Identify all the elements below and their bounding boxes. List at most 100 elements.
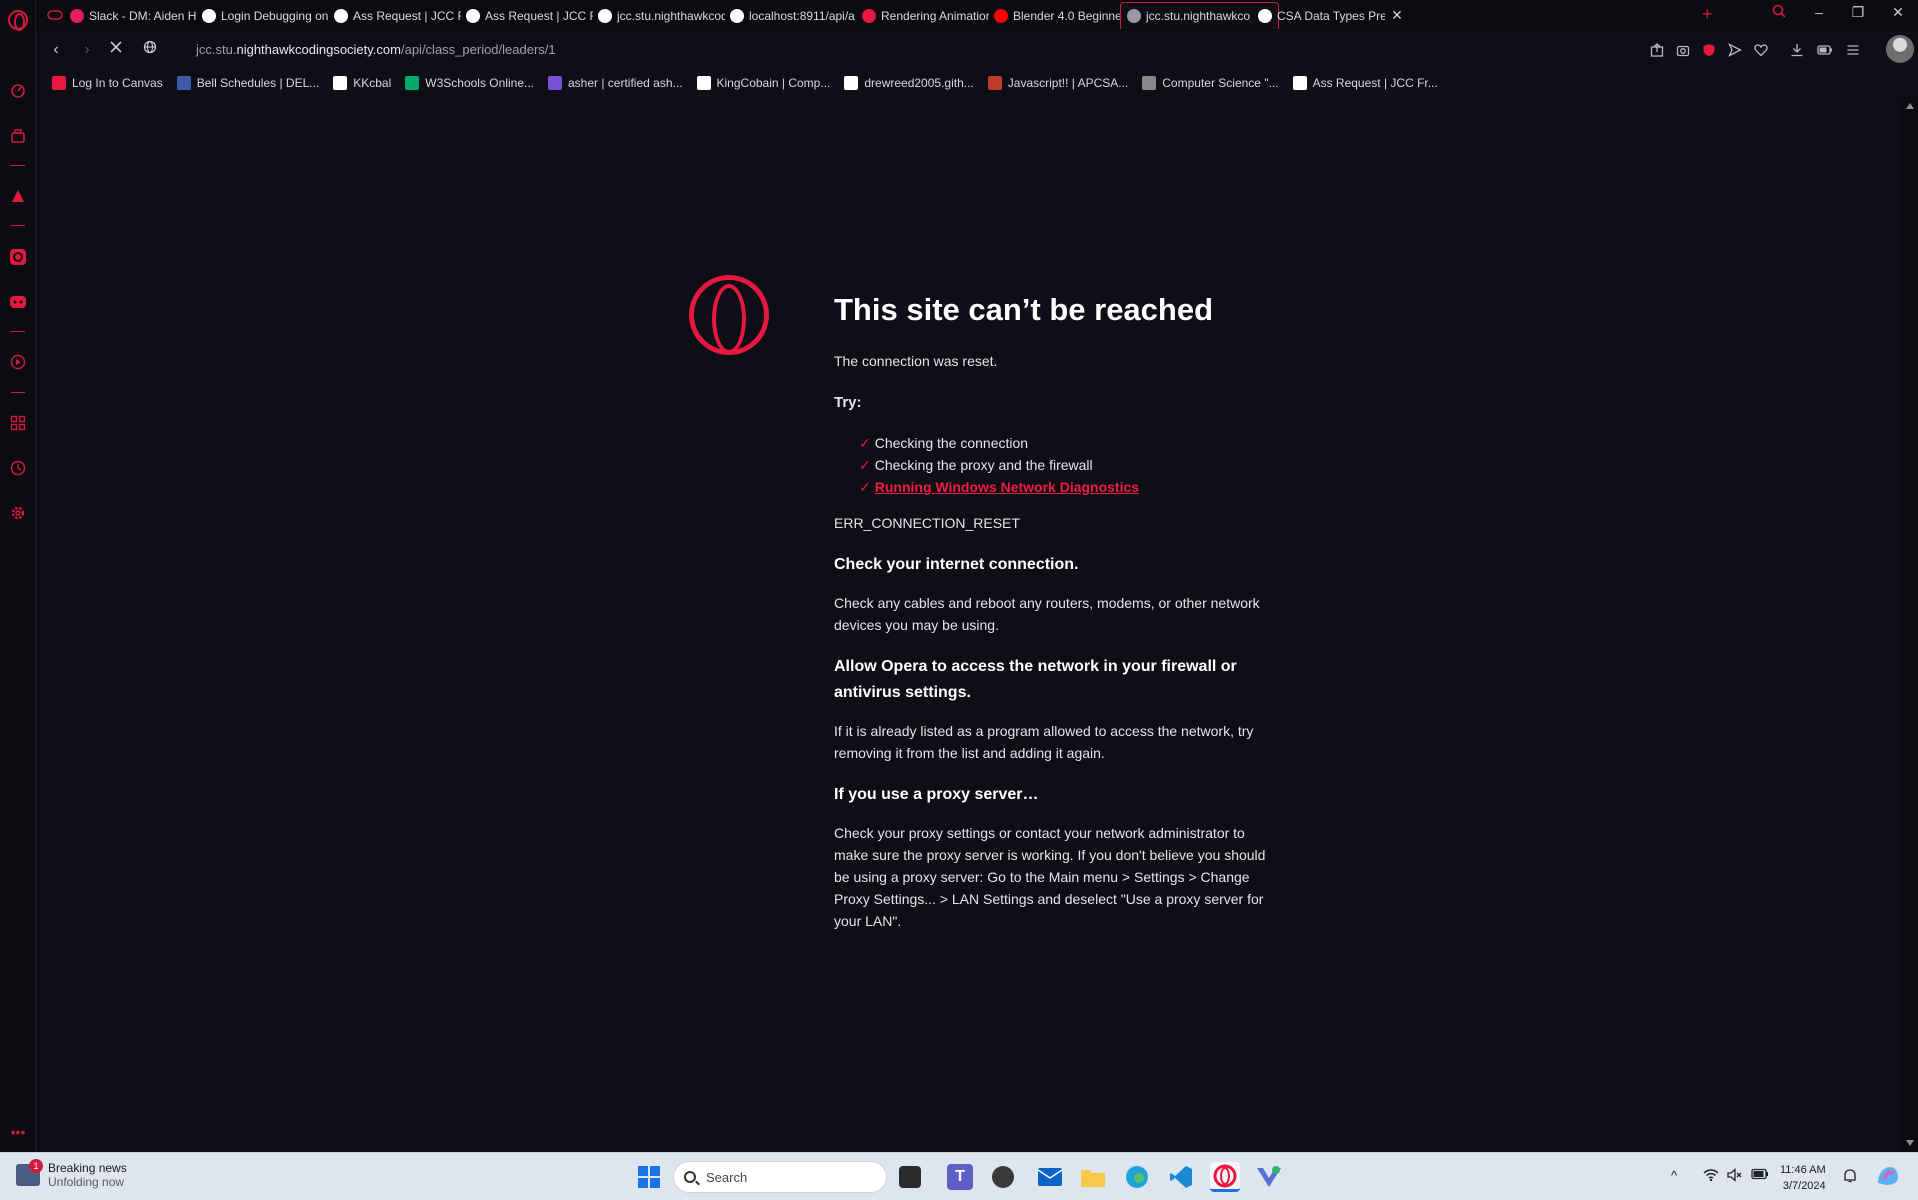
player-icon[interactable] <box>8 352 28 372</box>
workspace-icon[interactable] <box>8 126 28 146</box>
bookmark-favicon-icon <box>1292 76 1307 90</box>
bookmark-item[interactable]: KKcbal <box>333 76 391 90</box>
heart-icon[interactable] <box>1752 41 1770 59</box>
bookmark-item[interactable]: KingCobain | Comp... <box>696 76 831 90</box>
address-bar: ‹ › jcc.stu.nighthawkcodingsociety.com/a… <box>36 31 1918 69</box>
adblock-shield-icon[interactable] <box>1700 41 1718 59</box>
show-hidden-icons-button[interactable]: ^ <box>1671 1168 1677 1183</box>
send-icon[interactable] <box>1726 41 1744 59</box>
instagram-icon[interactable] <box>8 247 28 267</box>
checkmark-icon: ✓ <box>859 479 871 495</box>
error-subtitle: The connection was reset. <box>834 353 998 369</box>
settings-gear-icon[interactable] <box>8 503 28 523</box>
bookmark-label: Log In to Canvas <box>72 76 163 90</box>
bookmark-label: KKcbal <box>353 76 392 90</box>
bookmark-favicon-icon <box>405 76 420 90</box>
scroll-up-arrow-icon[interactable] <box>1906 103 1914 109</box>
history-icon[interactable] <box>8 458 28 478</box>
bookmark-label: W3Schools Online... <box>425 76 534 90</box>
new-tab-button[interactable]: + <box>1702 4 1713 25</box>
news-title: Breaking news <box>48 1161 127 1175</box>
section-body: Check any cables and reboot any routers,… <box>834 595 1260 633</box>
opera-taskbar-icon[interactable] <box>1210 1162 1240 1192</box>
notification-icon[interactable] <box>1842 1168 1858 1187</box>
more-icon[interactable]: ••• <box>8 1122 28 1142</box>
error-panel: This site can’t be reached The connectio… <box>834 292 1274 932</box>
bookmark-item[interactable]: Javascript!! | APCSA... <box>987 76 1128 90</box>
system-clock[interactable]: 11:46 AM 3/7/2024 <box>1780 1162 1826 1194</box>
bookmark-item[interactable]: Computer Science "... <box>1142 76 1279 90</box>
bookmark-favicon-icon <box>176 76 191 90</box>
edge-icon[interactable] <box>1122 1162 1152 1192</box>
bookmark-favicon-icon <box>333 76 348 90</box>
minimize-button[interactable]: – <box>1809 4 1829 20</box>
section-heading: Check your internet connection. <box>834 556 1079 573</box>
vscode-icon[interactable] <box>1166 1162 1196 1192</box>
discord-icon[interactable] <box>8 292 28 312</box>
tab-favicon-icon <box>994 8 1008 23</box>
bookmark-item[interactable]: drewreed2005.gith... <box>844 76 974 90</box>
url-field[interactable]: jcc.stu.nighthawkcodingsociety.com/api/c… <box>196 42 556 57</box>
news-widget[interactable]: 1 Breaking news Unfolding now <box>16 1159 127 1189</box>
close-window-button[interactable]: ✕ <box>1888 4 1908 21</box>
share-icon[interactable] <box>1648 41 1666 59</box>
bookmarks-bar: Log In to Canvas Bell Schedules | DEL... K… <box>36 69 1918 97</box>
bookmark-item[interactable]: Bell Schedules | DEL... <box>176 76 319 90</box>
download-icon[interactable] <box>1788 41 1806 59</box>
gamepad-icon[interactable] <box>46 6 64 24</box>
copilot-icon[interactable] <box>1876 1165 1900 1190</box>
mail-icon[interactable] <box>1035 1162 1065 1192</box>
suggestion-item[interactable]: ✓ Running Windows Network Diagnostics <box>859 476 1274 498</box>
stop-loading-button[interactable] <box>106 40 126 60</box>
vertical-scrollbar[interactable] <box>1902 97 1918 1152</box>
site-info-icon[interactable] <box>140 40 160 60</box>
camera-icon[interactable] <box>1674 41 1692 59</box>
bookmark-label: asher | certified ash... <box>568 76 683 90</box>
news-badge: 1 <box>29 1159 43 1173</box>
bookmark-item[interactable]: Log In to Canvas <box>52 76 163 90</box>
tab-favicon-icon <box>466 8 480 23</box>
battery-saver-icon[interactable] <box>1816 41 1834 59</box>
bookmark-item[interactable]: asher | certified ash... <box>548 76 683 90</box>
tab-search-icon[interactable] <box>1769 4 1789 21</box>
tab-title: Rendering Animation <box>881 8 989 23</box>
aria-icon[interactable] <box>8 186 28 206</box>
battery-icon[interactable] <box>1751 1168 1769 1183</box>
easy-setup-menu-icon[interactable] <box>1844 41 1862 59</box>
task-view-icon[interactable] <box>899 1166 921 1188</box>
windows-taskbar: 1 Breaking news Unfolding now Search T ^… <box>0 1152 1918 1200</box>
teams-icon[interactable]: T <box>947 1164 973 1190</box>
suggestion-text: Checking the proxy and the firewall <box>874 457 1093 473</box>
forward-button[interactable]: › <box>77 40 97 60</box>
section-body: If it is already listed as a program all… <box>834 723 1254 761</box>
back-button[interactable]: ‹ <box>46 40 66 60</box>
scroll-down-arrow-icon[interactable] <box>1906 1140 1914 1146</box>
taskbar-search-input[interactable]: Search <box>673 1161 887 1193</box>
suggestion-list: ✓ Checking the connection ✓ Checking the pr… <box>859 432 1274 498</box>
tab-close-icon[interactable]: ✕ <box>1391 7 1403 24</box>
opera-sidebar: ••• <box>0 0 36 1152</box>
bookmark-label: KingCobain | Comp... <box>716 76 831 90</box>
bookmark-favicon-icon <box>1142 76 1157 90</box>
volume-muted-icon[interactable] <box>1727 1168 1743 1185</box>
section-heading: If you use a proxy server… <box>834 786 1039 803</box>
vue-app-icon[interactable] <box>1254 1162 1284 1192</box>
tab-title: Slack - DM: Aiden H <box>89 8 197 23</box>
bookmark-item[interactable]: Ass Request | JCC Fr... <box>1292 76 1438 90</box>
bookmark-item[interactable]: W3Schools Online... <box>405 76 534 90</box>
url-path: /api/class_period/leaders/1 <box>400 42 556 57</box>
tab-favicon-icon <box>598 8 612 23</box>
restore-button[interactable]: ❐ <box>1848 4 1868 21</box>
extensions-icon[interactable] <box>8 413 28 433</box>
checkmark-icon: ✓ <box>859 435 871 451</box>
tab-item[interactable]: CSA Data Types Prep ✕ <box>1252 2 1409 29</box>
wifi-icon[interactable] <box>1703 1168 1719 1185</box>
network-diagnostics-link[interactable]: Running Windows Network Diagnostics <box>875 479 1139 495</box>
windows-start-icon[interactable] <box>634 1162 664 1192</box>
opera-logo-icon[interactable] <box>8 10 28 31</box>
profile-avatar[interactable] <box>1886 35 1914 63</box>
tab-title: localhost:8911/api/a <box>749 8 855 23</box>
speed-dial-icon[interactable] <box>8 80 28 100</box>
obs-icon[interactable] <box>992 1166 1014 1188</box>
file-explorer-icon[interactable] <box>1078 1162 1108 1192</box>
